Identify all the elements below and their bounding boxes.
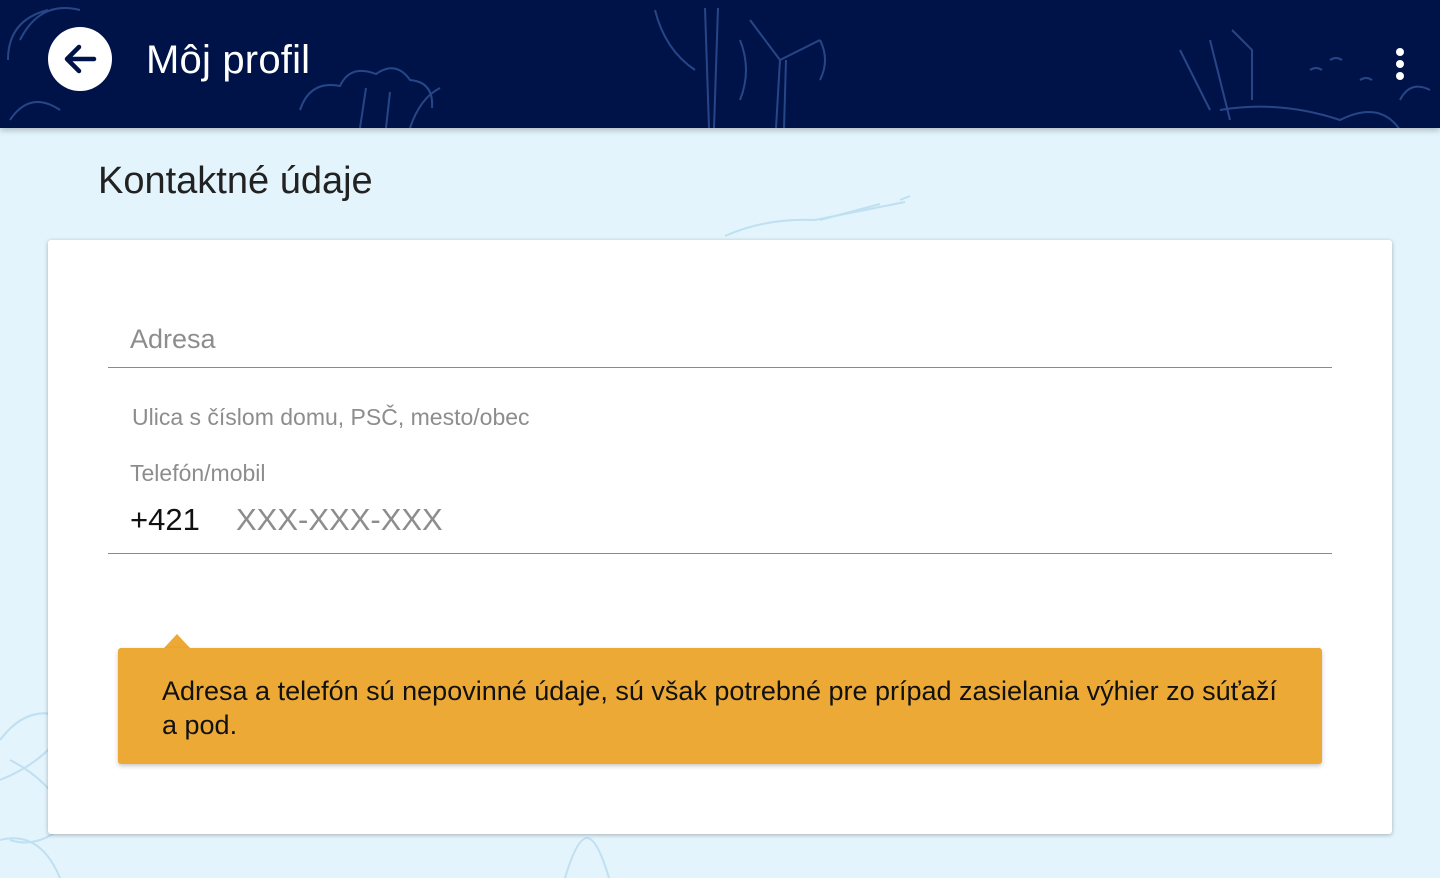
app-bar: Môj profil — [0, 0, 1440, 128]
address-hint: Ulica s číslom domu, PSČ, mesto/obec — [132, 404, 530, 430]
notice-box: Adresa a telefón sú nepovinné údaje, sú … — [118, 648, 1322, 764]
notice-pointer — [164, 634, 190, 648]
back-button[interactable] — [48, 27, 112, 91]
phone-prefix: +421 — [130, 502, 200, 537]
phone-input[interactable] — [236, 502, 1316, 538]
section-title: Kontaktné údaje — [98, 160, 373, 202]
page-title: Môj profil — [146, 38, 311, 82]
notice-text: Adresa a telefón sú nepovinné údaje, sú … — [162, 676, 1277, 740]
more-vertical-icon — [1396, 48, 1404, 56]
more-options-button[interactable] — [1384, 44, 1416, 84]
phone-field: +421 — [108, 492, 1332, 554]
more-vertical-icon-dot — [1396, 60, 1404, 68]
address-input[interactable] — [130, 324, 1310, 355]
arrow-left-icon — [64, 44, 97, 74]
more-vertical-icon-dot — [1396, 72, 1404, 80]
phone-label: Telefón/mobil — [130, 460, 266, 486]
address-field — [108, 306, 1332, 368]
contact-card: Ulica s číslom domu, PSČ, mesto/obec Tel… — [48, 240, 1392, 834]
